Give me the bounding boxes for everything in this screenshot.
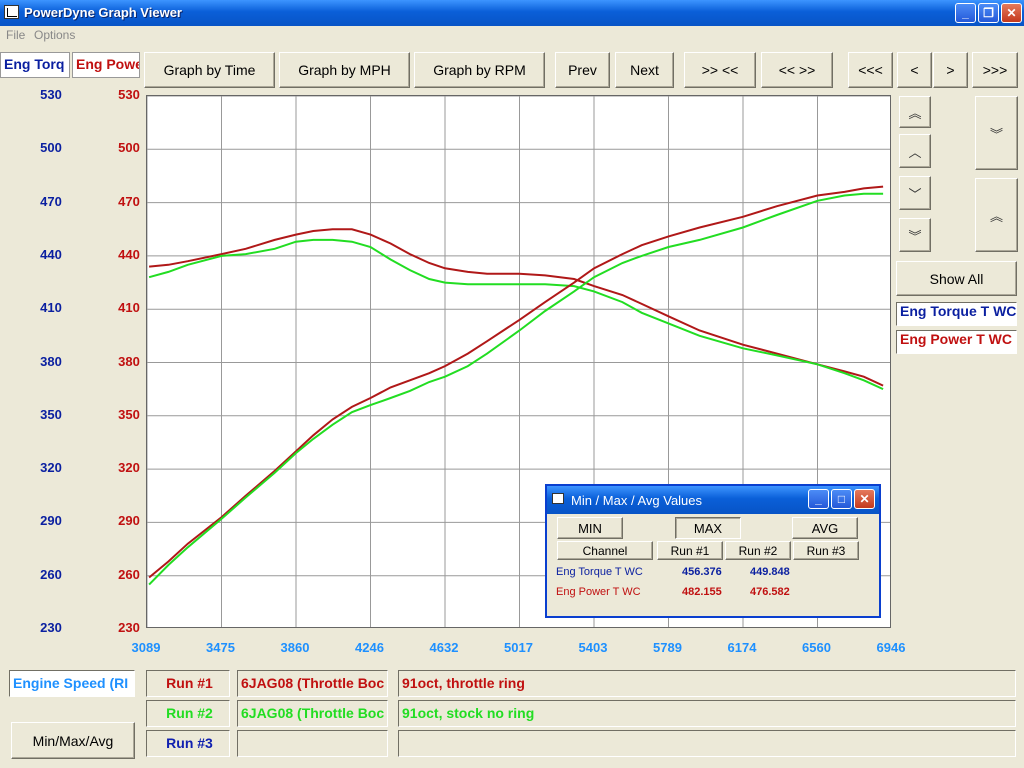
- minmax-dialog: Min / Max / Avg Values _ □ ✕ MIN MAX AVG…: [545, 484, 881, 618]
- menu-options[interactable]: Options: [34, 28, 75, 42]
- run2-file[interactable]: 6JAG08 (Throttle Boc: [237, 700, 388, 727]
- next-button[interactable]: Next: [615, 52, 674, 88]
- power-channel-label[interactable]: Eng Power T WC: [896, 330, 1017, 354]
- scale-up-fast-icon[interactable]: ︽: [899, 96, 931, 128]
- app-graph-icon: [4, 5, 19, 19]
- run2-label: Run #2: [146, 700, 230, 727]
- row-power-channel: Eng Power T WC: [556, 586, 641, 598]
- series-line-1: [148, 238, 884, 391]
- run1-note[interactable]: 91oct, throttle ring: [398, 670, 1016, 697]
- run3-note[interactable]: [398, 730, 1016, 757]
- x-axis-tick: 5403: [578, 640, 608, 655]
- dialog-close-icon[interactable]: ✕: [854, 489, 875, 509]
- min-max-avg-button[interactable]: Min/Max/Avg: [11, 722, 135, 759]
- graph-by-mph-button[interactable]: Graph by MPH: [279, 52, 410, 88]
- torque-axis-tick: 380: [40, 353, 62, 369]
- dialog-title-bar: Min / Max / Avg Values _ □ ✕: [547, 486, 879, 514]
- offset-up-icon[interactable]: ︾: [975, 96, 1018, 170]
- window-title: PowerDyne Graph Viewer: [24, 5, 182, 20]
- row-torque-run2: 449.848: [750, 566, 790, 578]
- zoom-out-button[interactable]: << >>: [761, 52, 833, 88]
- x-axis-tick: 3860: [280, 640, 310, 655]
- show-all-button[interactable]: Show All: [896, 261, 1017, 296]
- run1-file[interactable]: 6JAG08 (Throttle Boc: [237, 670, 388, 697]
- torque-channel-label[interactable]: Eng Torque T WC: [896, 302, 1017, 326]
- tab-eng-power[interactable]: Eng Powe: [72, 52, 140, 78]
- min-button[interactable]: MIN: [557, 517, 623, 539]
- run1-label: Run #1: [146, 670, 230, 697]
- run3-label: Run #3: [146, 730, 230, 757]
- scroll-left-button[interactable]: <: [897, 52, 932, 88]
- scale-up-icon[interactable]: ︿: [899, 134, 931, 168]
- scale-down-fast-icon[interactable]: ︾: [899, 218, 931, 252]
- torque-axis-tick: 260: [40, 566, 62, 582]
- minimize-icon[interactable]: _: [955, 3, 976, 23]
- x-axis-tick: 6174: [727, 640, 757, 655]
- offset-down-icon[interactable]: ︽: [975, 178, 1018, 252]
- graph-by-time-button[interactable]: Graph by Time: [144, 52, 275, 88]
- dialog-app-icon: [552, 493, 564, 504]
- run3-file[interactable]: [237, 730, 388, 757]
- x-axis-tick: 3089: [131, 640, 161, 655]
- x-axis-tick: 6560: [802, 640, 831, 655]
- torque-axis-tick: 500: [40, 140, 62, 156]
- torque-axis-tick: 410: [40, 300, 62, 316]
- graph-by-rpm-button[interactable]: Graph by RPM: [414, 52, 545, 88]
- title-bar: PowerDyne Graph Viewer _ ❐ ✕: [0, 0, 1024, 26]
- torque-axis-tick: 320: [40, 460, 62, 476]
- avg-button[interactable]: AVG: [792, 517, 858, 539]
- torque-axis-tick: 530: [40, 87, 62, 102]
- header-run3: Run #3: [793, 541, 859, 560]
- x-channel-label[interactable]: Engine Speed (RI: [9, 670, 135, 697]
- dialog-maximize-icon[interactable]: □: [831, 489, 852, 509]
- x-axis-tick: 4246: [355, 640, 384, 655]
- prev-button[interactable]: Prev: [555, 52, 610, 88]
- torque-axis-tick: 350: [40, 406, 62, 422]
- scale-down-icon[interactable]: ﹀: [899, 176, 931, 210]
- max-button[interactable]: MAX: [675, 517, 741, 539]
- torque-axis-tick: 290: [40, 513, 62, 529]
- x-axis-tick: 4632: [429, 640, 459, 655]
- dialog-title: Min / Max / Avg Values: [571, 493, 703, 508]
- row-torque-run1: 456.376: [682, 566, 722, 578]
- scroll-right-button[interactable]: >: [933, 52, 968, 88]
- torque-axis-tick: 440: [40, 246, 62, 262]
- run2-note[interactable]: 91oct, stock no ring: [398, 700, 1016, 727]
- dialog-minimize-icon[interactable]: _: [808, 489, 829, 509]
- x-axis-tick: 5017: [504, 640, 533, 655]
- torque-axis-tick: 470: [40, 193, 62, 209]
- close-icon[interactable]: ✕: [1001, 3, 1022, 23]
- torque-axis-tick: 230: [40, 620, 62, 635]
- row-torque-channel: Eng Torque T WC: [556, 566, 643, 578]
- zoom-in-button[interactable]: >> <<: [684, 52, 756, 88]
- row-power-run1: 482.155: [682, 586, 722, 598]
- x-axis-tick: 3475: [206, 640, 235, 655]
- row-power-run2: 476.582: [750, 586, 790, 598]
- header-run1: Run #1: [657, 541, 723, 560]
- header-channel: Channel: [557, 541, 653, 560]
- scroll-far-left-button[interactable]: <<<: [848, 52, 893, 88]
- menu-file[interactable]: File: [6, 28, 25, 42]
- x-axis-tick: 6946: [876, 640, 906, 655]
- maximize-icon[interactable]: ❐: [978, 3, 999, 23]
- tab-eng-torque[interactable]: Eng Torq: [0, 52, 70, 78]
- x-axis-tick: 5789: [653, 640, 682, 655]
- header-run2: Run #2: [725, 541, 791, 560]
- menu-bar: File Options: [0, 26, 1024, 44]
- scroll-far-right-button[interactable]: >>>: [972, 52, 1018, 88]
